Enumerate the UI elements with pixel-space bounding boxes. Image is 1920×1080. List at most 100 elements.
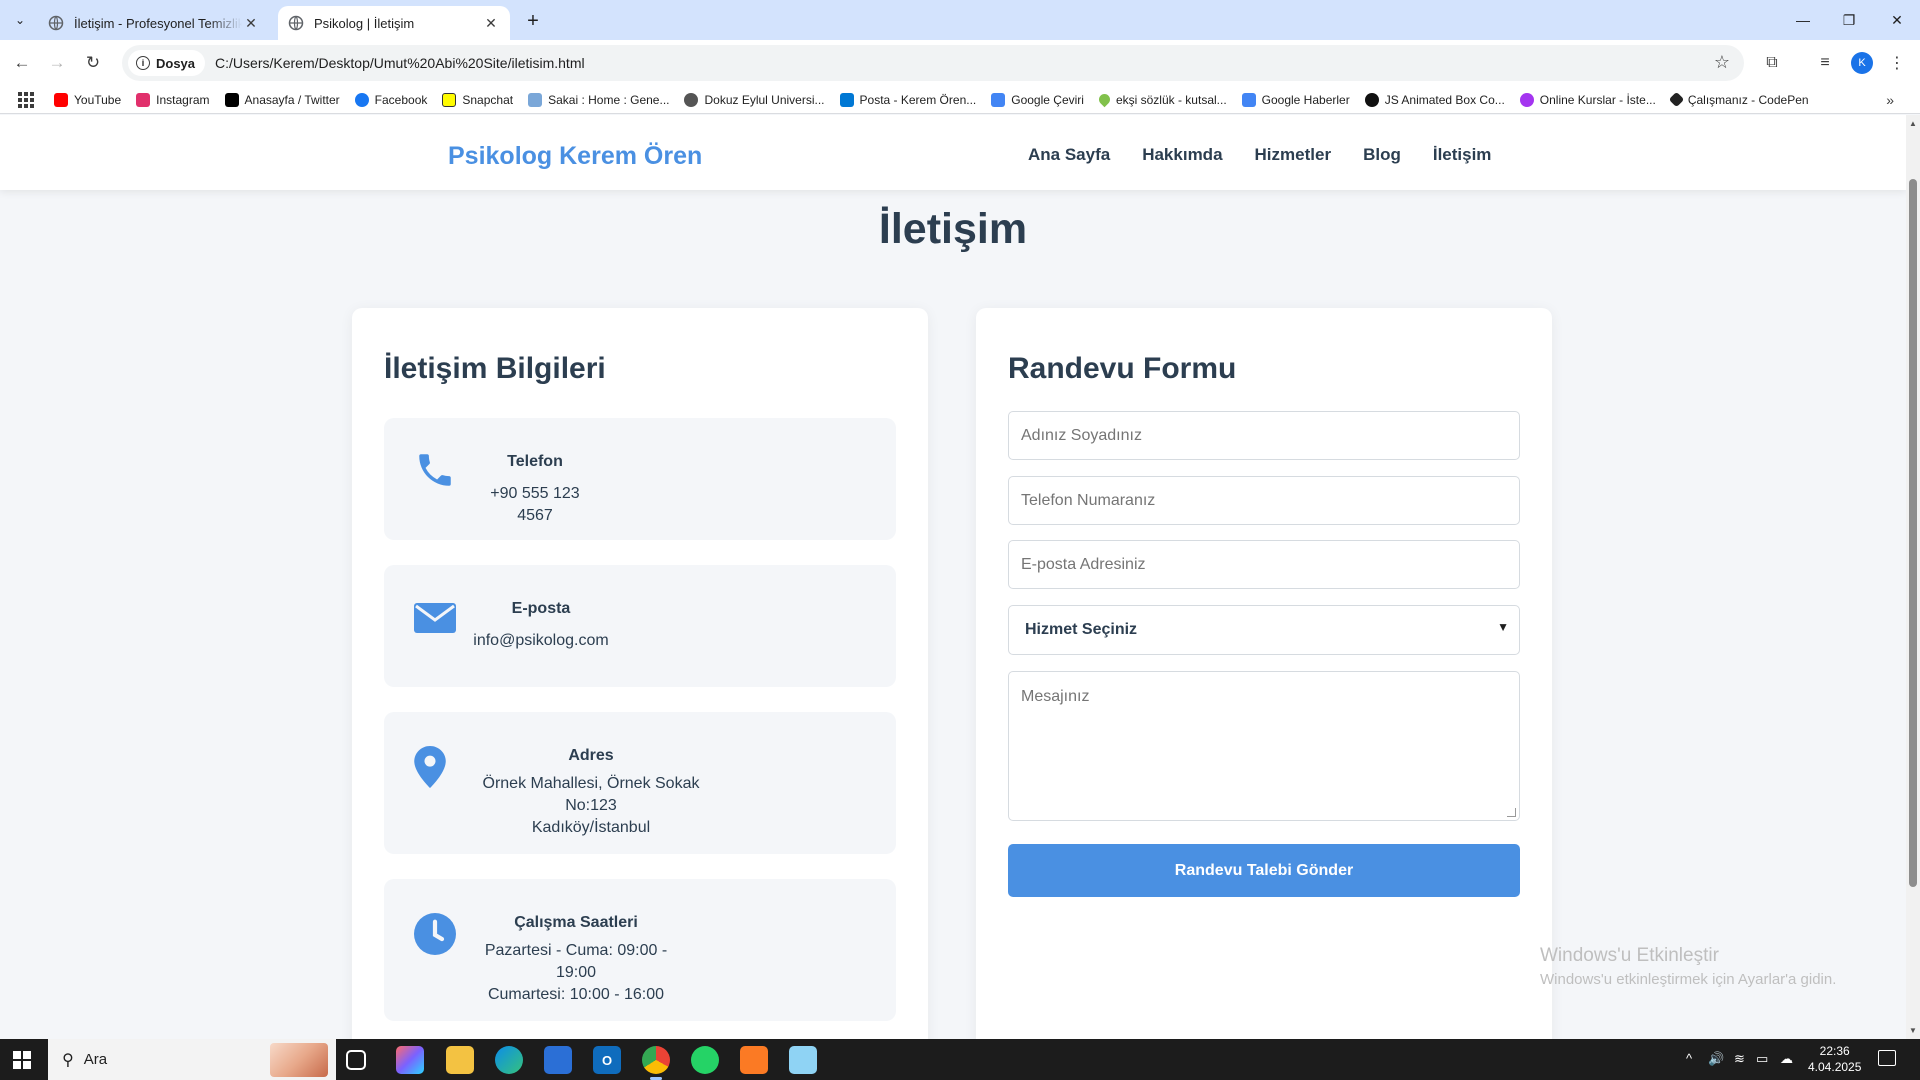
message-placeholder: Mesajınız [1021,688,1090,705]
email-input[interactable]: E-posta Adresiniz [1008,540,1520,589]
chevron-down-icon: ▼ [1497,620,1509,634]
tab-close-icon[interactable]: ✕ [242,15,260,32]
windows-start-icon[interactable] [13,1051,31,1069]
file-explorer-icon[interactable] [446,1046,474,1074]
bookmark-snapchat[interactable]: Snapchat [442,92,514,107]
envelope-icon [414,603,456,633]
bookmark-dokuz-eylul[interactable]: Dokuz Eylul Universi... [684,92,825,107]
browser-tab-active[interactable]: Psikolog | İletişim ✕ [278,6,510,40]
globe-icon [684,92,699,107]
bookmark-sakai[interactable]: Sakai : Home : Gene... [528,92,669,107]
bookmark-label: Instagram [156,92,210,107]
microsoft-store-icon[interactable] [544,1046,572,1074]
bookmark-udemy[interactable]: Online Kurslar - İste... [1519,92,1656,107]
browser-toolbar: ← → ↻ i Dosya C:/Users/Kerem/Desktop/Umu… [0,40,1920,86]
site-nav-menu: Ana Sayfa Hakkımda Hizmetler Blog İletiş… [1028,145,1491,165]
tray-chevron-icon[interactable]: ^ [1686,1051,1692,1066]
minimize-icon[interactable]: — [1780,0,1826,40]
service-selected-value: Hizmet Seçiniz [1025,621,1138,638]
bookmark-label: Anasayfa / Twitter [244,92,340,107]
xampp-icon[interactable] [740,1046,768,1074]
hours-value: Pazartesi - Cuma: 09:00 - 19:00 Cumartes… [468,940,684,1006]
scroll-up-arrow-icon[interactable]: ▲ [1909,119,1917,128]
apps-grid-icon[interactable] [18,91,34,108]
extensions-icon[interactable]: ⧉ [1761,52,1783,74]
task-view-icon[interactable] [346,1050,366,1070]
battery-icon[interactable]: ▭ [1756,1051,1768,1067]
bookmark-codepen[interactable]: Çalışmanız - CodePen [1668,91,1809,108]
site-info-chip[interactable]: i Dosya [128,50,206,76]
whatsapp-icon[interactable] [691,1046,719,1074]
address-bar[interactable]: i Dosya C:/Users/Kerem/Desktop/Umut%20Ab… [122,45,1744,81]
nav-link-about[interactable]: Hakkımda [1142,145,1222,165]
bookmark-google-translate[interactable]: Google Çeviri [991,92,1084,107]
taskbar-clock[interactable]: 22:36 4.04.2025 [1808,1043,1861,1075]
bookmark-label: Google Çeviri [1011,92,1084,107]
nav-link-home[interactable]: Ana Sayfa [1028,145,1110,165]
bookmark-star-icon[interactable]: ☆ [1714,52,1730,73]
volume-icon[interactable]: 🔊 [1708,1051,1724,1067]
bookmark-label: Snapchat [462,92,514,107]
message-textarea[interactable]: Mesajınız [1008,671,1520,821]
watermark-subtitle: Windows'u etkinleştirmek için Ayarlar'a … [1540,971,1837,988]
tab-title: İletişim - Profesyonel Temizlik Hizmetle… [74,15,242,31]
notepad-icon[interactable] [789,1046,817,1074]
submit-appointment-button[interactable]: Randevu Talebi Gönder [1008,844,1520,897]
bookmark-twitter[interactable]: Anasayfa / Twitter [224,92,340,107]
outlook-icon[interactable]: O [593,1046,621,1074]
info-icon: i [136,56,150,70]
scroll-down-arrow-icon[interactable]: ▼ [1909,1026,1917,1035]
back-arrow-icon[interactable]: ← [9,50,35,76]
phone-value: +90 555 123 4567 [490,485,580,524]
bookmark-outlook[interactable]: Posta - Kerem Ören... [839,92,976,107]
edge-icon[interactable] [495,1046,523,1074]
google-translate-icon [991,92,1006,107]
notification-center-icon[interactable] [1878,1050,1896,1066]
site-logo[interactable]: Psikolog Kerem Ören [448,142,702,171]
email-info-text: E-posta info@psikolog.com [470,600,612,652]
copilot-icon[interactable] [396,1046,424,1074]
nav-link-services[interactable]: Hizmetler [1255,145,1332,165]
bookmark-instagram[interactable]: Instagram [136,92,210,107]
bookmark-eksi[interactable]: ekşi sözlük - kutsal... [1096,91,1227,108]
page-viewport: Psikolog Kerem Ören Ana Sayfa Hakkımda H… [0,115,1906,1039]
search-highlight-image [270,1043,328,1077]
forward-arrow-icon[interactable]: → [44,50,70,76]
media-controls-icon[interactable]: ≡ [1814,52,1836,74]
name-input[interactable]: Adınız Soyadınız [1008,411,1520,460]
bookmark-google-news[interactable]: Google Haberler [1241,92,1350,107]
bookmark-js-animated[interactable]: JS Animated Box Co... [1364,92,1505,107]
scrollbar-thumb[interactable] [1909,179,1917,887]
contact-info-card: İletişim Bilgileri Telefon +90 555 123 4… [352,308,928,1039]
onedrive-cloud-icon[interactable]: ☁ [1780,1051,1793,1067]
new-tab-button[interactable]: + [520,8,546,34]
name-placeholder: Adınız Soyadınız [1021,426,1142,444]
browser-menu-icon[interactable]: ⋮ [1886,52,1908,74]
appointment-form-heading: Randevu Formu [1008,352,1237,385]
hours-label: Çalışma Saatleri [514,914,638,931]
taskbar-search-box[interactable]: ⚲ Ara [48,1039,336,1080]
chrome-icon[interactable] [642,1046,670,1080]
resize-handle-icon[interactable] [1507,808,1516,817]
nav-link-blog[interactable]: Blog [1363,145,1401,165]
reload-icon[interactable]: ↻ [80,50,106,76]
nav-link-contact[interactable]: İletişim [1433,145,1492,165]
bookmark-youtube[interactable]: YouTube [54,92,121,107]
codepen-icon [1668,91,1685,108]
phone-input[interactable]: Telefon Numaranız [1008,476,1520,525]
restore-icon[interactable]: ❐ [1826,0,1872,40]
clock-icon [414,913,456,955]
browser-tab[interactable]: İletişim - Profesyonel Temizlik Hizmetle… [38,6,270,40]
tab-close-icon[interactable]: ✕ [482,15,500,32]
wifi-icon[interactable]: ≋ [1734,1051,1745,1067]
tab-search-button[interactable]: ⌄ [8,8,32,32]
appointment-form-card: Randevu Formu Adınız Soyadınız Telefon N… [976,308,1552,1039]
window-close-icon[interactable]: ✕ [1874,0,1920,40]
profile-avatar[interactable]: K [1851,52,1873,74]
address-value: Örnek Mahallesi, Örnek Sokak No:123 Kadı… [458,773,724,839]
url-text[interactable]: C:/Users/Kerem/Desktop/Umut%20Abi%20Site… [215,55,585,71]
more-bookmarks-chevron-icon[interactable]: » [1886,92,1894,108]
bookmark-facebook[interactable]: Facebook [354,92,427,107]
page-scrollbar[interactable]: ▲ ▼ [1906,115,1920,1039]
service-select[interactable]: Hizmet Seçiniz ▼ [1008,605,1520,655]
